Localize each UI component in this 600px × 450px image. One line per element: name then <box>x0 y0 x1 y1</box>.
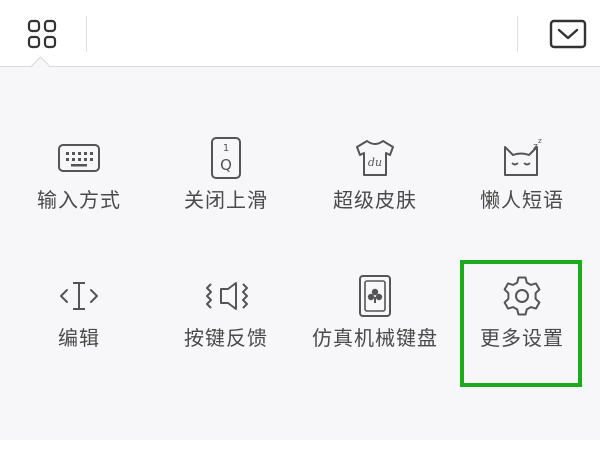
svg-text:du: du <box>368 156 382 169</box>
mechanical-keycap-icon <box>345 266 405 326</box>
collapse-keyboard-icon <box>549 19 587 49</box>
menu-item-disable-slide-up[interactable]: 1 Q 关闭上滑 <box>171 128 281 238</box>
svg-text:1: 1 <box>223 143 229 154</box>
menu-item-label: 关闭上滑 <box>184 188 268 212</box>
grid-menu-button[interactable] <box>20 14 64 54</box>
menu-item-label: 仿真机械键盘 <box>312 326 438 350</box>
divider <box>86 16 87 52</box>
svg-text:Q: Q <box>220 156 232 174</box>
slide-up-q-icon: 1 Q <box>196 128 256 188</box>
grid-icon <box>27 19 57 49</box>
menu-item-mechanical-keyboard[interactable]: 仿真机械键盘 <box>312 266 437 376</box>
svg-text:z: z <box>538 137 542 145</box>
function-menu-panel <box>0 67 600 440</box>
collapse-keyboard-button[interactable] <box>544 12 592 56</box>
sleeping-cat-icon: z z <box>492 128 552 188</box>
divider <box>517 16 518 52</box>
menu-item-more-settings[interactable]: 更多设置 <box>467 266 577 376</box>
keyboard-icon <box>49 128 109 188</box>
bottom-strip <box>0 440 600 450</box>
menu-item-label: 超级皮肤 <box>333 188 417 212</box>
menu-item-label: 懒人短语 <box>480 188 564 212</box>
menu-item-lazy-phrases[interactable]: z z 懒人短语 <box>467 128 577 238</box>
menu-item-super-skin[interactable]: du 超级皮肤 <box>320 128 430 238</box>
skin-tshirt-icon: du <box>345 128 405 188</box>
menu-item-input-method[interactable]: 输入方式 <box>24 128 134 238</box>
menu-item-label: 更多设置 <box>480 326 564 350</box>
gear-icon <box>492 266 552 326</box>
menu-item-key-feedback[interactable]: 按键反馈 <box>171 266 281 376</box>
menu-item-label: 按键反馈 <box>184 326 268 350</box>
vibration-feedback-icon <box>196 266 256 326</box>
menu-item-edit[interactable]: 编辑 <box>24 266 134 376</box>
menu-item-label: 编辑 <box>58 326 100 350</box>
menu-item-label: 输入方式 <box>37 188 121 212</box>
text-cursor-icon <box>49 266 109 326</box>
toolbar <box>0 0 600 67</box>
